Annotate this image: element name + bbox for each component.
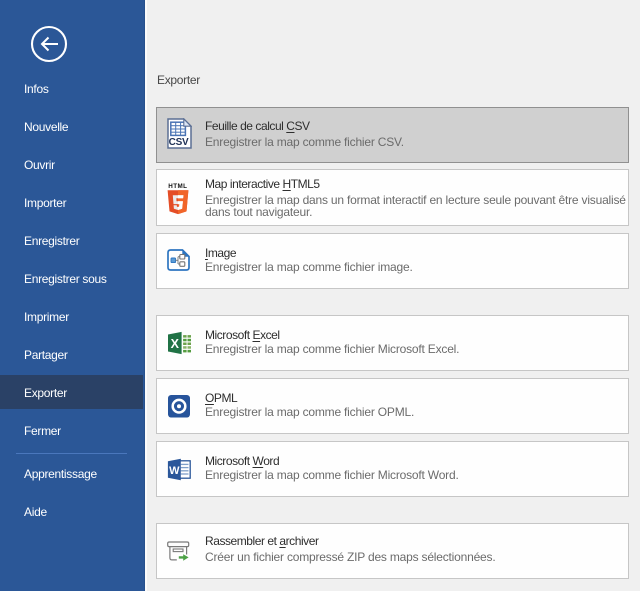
svg-text:X: X (171, 337, 180, 351)
svg-text:CSV: CSV (169, 137, 189, 148)
svg-text:W: W (169, 465, 180, 477)
svg-text:HTML: HTML (168, 183, 187, 190)
